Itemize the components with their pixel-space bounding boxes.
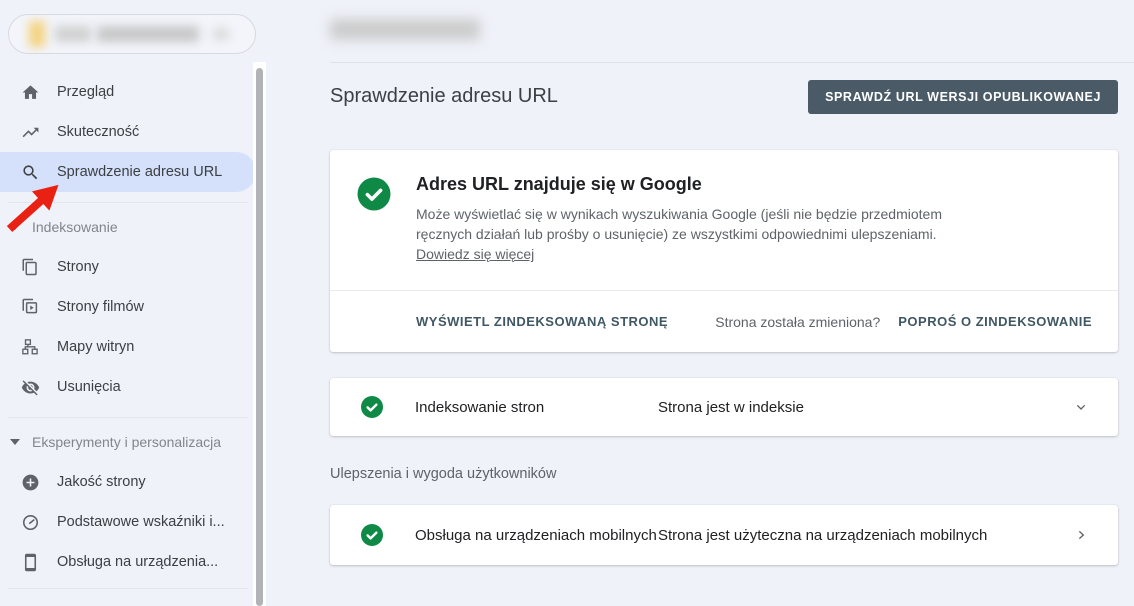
success-check-icon — [356, 176, 392, 212]
search-icon — [20, 162, 40, 182]
enhancements-section-title: Ulepszenia i wygoda użytkowników — [330, 466, 556, 482]
property-chevron-redacted — [213, 28, 229, 40]
sidebar-item-label: Podstawowe wskaźniki i... — [57, 514, 225, 530]
sidebar-item-page-experience[interactable]: Jakość strony — [0, 462, 256, 502]
main-content: Sprawdzenie adresu URL SPRAWDŹ URL WERSJ… — [300, 0, 1134, 606]
page-indexing-card[interactable]: Indeksowanie stron Strona jest w indeksi… — [330, 378, 1118, 436]
sidebar-section-experience[interactable]: Eksperymenty i personalizacja — [0, 422, 256, 462]
property-favicon-redacted — [29, 21, 45, 47]
view-indexed-page-button[interactable]: WYŚWIETL ZINDEKSOWANĄ STRONĘ — [416, 314, 668, 329]
sidebar-item-core-web-vitals[interactable]: Podstawowe wskaźniki i... — [0, 502, 256, 542]
sidebar-item-mobile-usability[interactable]: Obsługa na urządzenia... — [0, 542, 256, 582]
video-pages-icon — [20, 297, 40, 317]
card-title: Indeksowanie stron — [415, 399, 544, 416]
status-card-footer: WYŚWIETL ZINDEKSOWANĄ STRONĘ Strona zost… — [330, 291, 1118, 352]
status-description-text: Może wyświetlać się w wynikach wyszukiwa… — [416, 206, 942, 242]
sidebar-nav: Przegląd Skuteczność Sprawdzenie adresu … — [0, 72, 256, 589]
test-live-url-button[interactable]: SPRAWDŹ URL WERSJI OPUBLIKOWANEJ — [808, 80, 1118, 114]
home-icon — [20, 82, 40, 102]
sidebar-item-label: Mapy witryn — [57, 339, 134, 355]
status-description: Może wyświetlać się w wynikach wyszukiwa… — [416, 204, 988, 264]
page-experience-icon — [20, 472, 40, 492]
property-selector[interactable] — [8, 14, 256, 54]
property-name-redacted — [55, 26, 91, 42]
learn-more-link[interactable]: Dowiedz się więcej — [416, 246, 534, 262]
app: Przegląd Skuteczność Sprawdzenie adresu … — [0, 0, 1134, 606]
sidebar-scrollbar-track — [253, 62, 266, 606]
sidebar-item-removals[interactable]: Usunięcia — [0, 367, 256, 407]
sidebar-item-sitemaps[interactable]: Mapy witryn — [0, 327, 256, 367]
collapse-triangle-icon — [10, 224, 20, 230]
sidebar-item-label: Obsługa na urządzenia... — [57, 554, 218, 570]
mobile-usability-icon — [20, 552, 40, 572]
section-label: Indeksowanie — [32, 219, 118, 235]
pages-icon — [20, 257, 40, 277]
footer-right-group: Strona została zmieniona? POPROŚ O ZINDE… — [715, 314, 1092, 330]
divider — [8, 588, 248, 589]
divider — [330, 62, 1134, 63]
sidebar-item-url-inspection[interactable]: Sprawdzenie adresu URL — [0, 152, 256, 192]
sidebar-item-label: Jakość strony — [57, 474, 146, 490]
status-title: Adres URL znajduje się w Google — [416, 174, 702, 195]
sidebar-item-performance[interactable]: Skuteczność — [0, 112, 256, 152]
card-title: Obsługa na urządzeniach mobilnych — [415, 527, 657, 544]
page-changed-label: Strona została zmieniona? — [715, 314, 880, 330]
sidebar-section-indexing[interactable]: Indeksowanie — [0, 207, 256, 247]
sidebar-item-label: Przegląd — [57, 84, 114, 100]
sidebar-item-overview[interactable]: Przegląd — [0, 72, 256, 112]
sidebar-item-video-pages[interactable]: Strony filmów — [0, 287, 256, 327]
sitemaps-icon — [20, 337, 40, 357]
sidebar-item-label: Skuteczność — [57, 124, 139, 140]
inspected-url-redacted — [330, 19, 480, 40]
performance-icon — [20, 122, 40, 142]
chevron-right-icon[interactable] — [1073, 527, 1089, 543]
sidebar-scrollbar-thumb[interactable] — [256, 68, 263, 606]
sidebar: Przegląd Skuteczność Sprawdzenie adresu … — [0, 0, 300, 606]
mobile-usability-card[interactable]: Obsługa na urządzeniach mobilnych Strona… — [330, 505, 1118, 565]
removals-icon — [20, 377, 40, 397]
page-title: Sprawdzenie adresu URL — [330, 85, 558, 108]
collapse-triangle-icon — [10, 439, 20, 445]
card-status: Strona jest użyteczna na urządzeniach mo… — [658, 527, 987, 544]
core-web-vitals-icon — [20, 512, 40, 532]
request-indexing-button[interactable]: POPROŚ O ZINDEKSOWANIE — [898, 314, 1092, 329]
sidebar-item-label: Strony — [57, 259, 99, 275]
sidebar-item-pages[interactable]: Strony — [0, 247, 256, 287]
url-status-card: Adres URL znajduje się w Google Może wyś… — [330, 150, 1118, 352]
chevron-down-icon[interactable] — [1073, 399, 1089, 415]
success-check-icon — [360, 395, 384, 419]
success-check-icon — [360, 523, 384, 547]
property-name-redacted2 — [97, 26, 199, 42]
section-label: Eksperymenty i personalizacja — [32, 434, 221, 450]
sidebar-item-label: Sprawdzenie adresu URL — [57, 164, 222, 180]
sidebar-item-label: Strony filmów — [57, 299, 144, 315]
sidebar-item-label: Usunięcia — [57, 379, 121, 395]
card-status: Strona jest w indeksie — [658, 399, 804, 416]
